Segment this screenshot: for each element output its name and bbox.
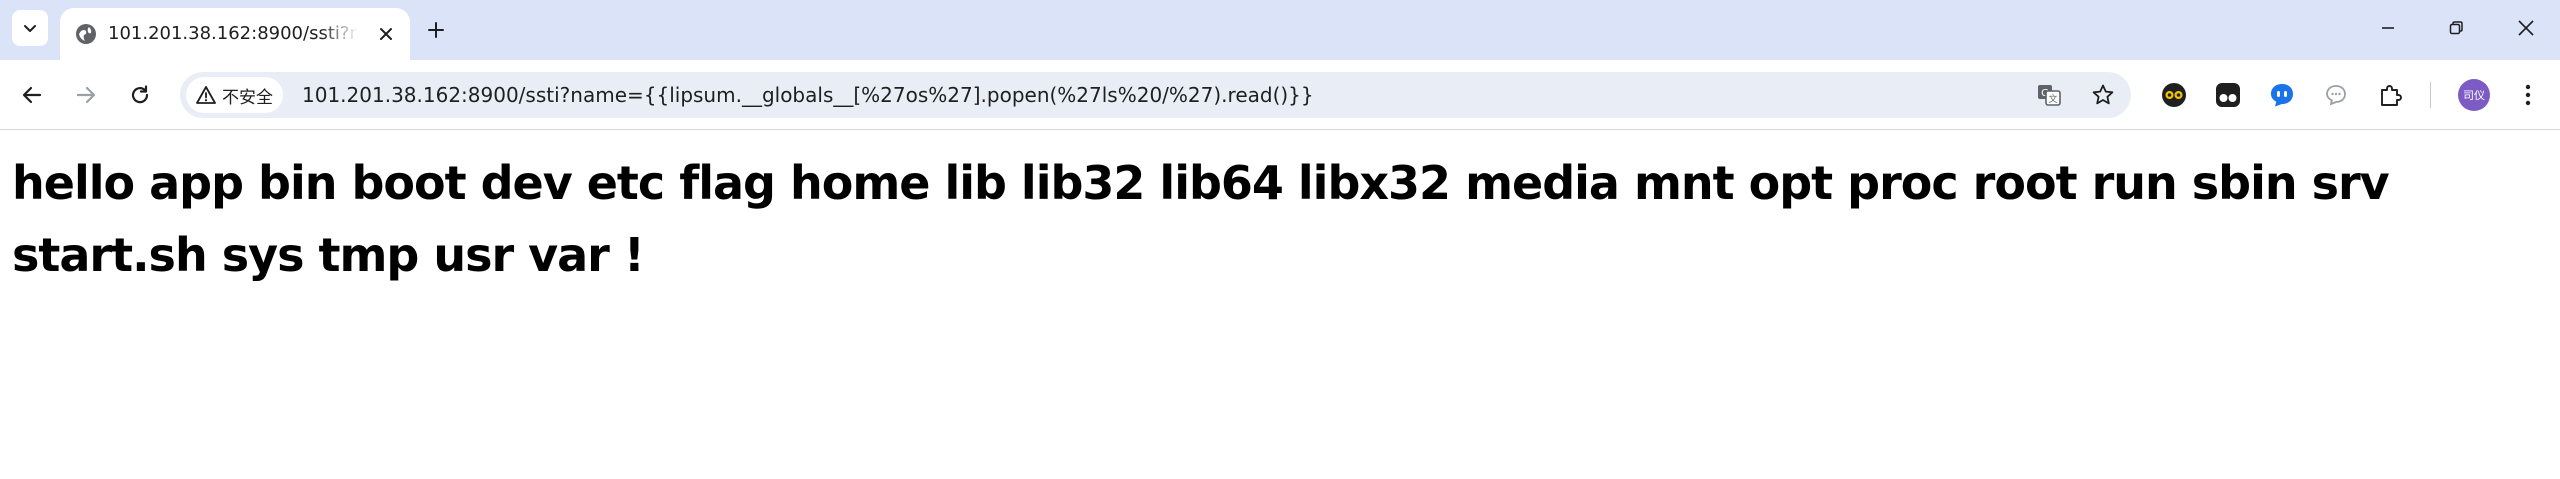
profile-avatar[interactable]: 司仪 xyxy=(2458,79,2490,111)
extension-3[interactable] xyxy=(2264,77,2300,113)
globe-icon xyxy=(76,24,96,44)
comment-extension-icon xyxy=(2326,85,2346,106)
forward-button[interactable] xyxy=(66,75,106,115)
restore-button[interactable] xyxy=(2432,6,2480,50)
url-text[interactable]: 101.201.38.162:8900/ssti?name={{lipsum._… xyxy=(302,83,1314,107)
url-host: 101.201.38.162 xyxy=(302,83,462,107)
browser-menu-button[interactable] xyxy=(2510,77,2546,113)
tab-search-button[interactable] xyxy=(12,10,48,46)
chat-bubble-extension-icon xyxy=(2271,84,2293,107)
new-tab-button[interactable] xyxy=(420,14,452,46)
close-window-icon xyxy=(2518,20,2534,36)
star-icon xyxy=(2092,84,2114,105)
address-bar[interactable]: 不安全 101.201.38.162:8900/ssti?name={{lips… xyxy=(180,72,2131,118)
tampermonkey-extension-icon xyxy=(2216,83,2240,107)
close-icon xyxy=(380,28,392,40)
translate-button[interactable]: G 文 xyxy=(2033,79,2065,111)
reload-button[interactable] xyxy=(120,75,160,115)
puzzle-piece-icon xyxy=(2381,85,2402,106)
page-heading: hello app bin boot dev etc flag home lib… xyxy=(12,156,2390,282)
chevron-down-icon xyxy=(24,25,36,32)
extension-1[interactable] xyxy=(2156,77,2192,113)
kebab-menu-icon xyxy=(2525,84,2531,106)
extension-4[interactable] xyxy=(2318,77,2354,113)
translate-icon: G 文 xyxy=(2038,85,2061,106)
tab-title: 101.201.38.162:8900/ssti?name={{lipsum._… xyxy=(108,23,358,44)
arrow-left-icon xyxy=(22,86,42,104)
extensions-menu-button[interactable] xyxy=(2372,77,2408,113)
arrow-right-icon xyxy=(76,86,96,104)
restore-icon xyxy=(2449,21,2463,35)
plus-icon xyxy=(428,22,444,38)
bookmark-button[interactable] xyxy=(2087,79,2119,111)
extension-2[interactable] xyxy=(2210,77,2246,113)
owl-extension-icon xyxy=(2162,83,2186,107)
security-indicator[interactable]: 不安全 xyxy=(186,77,283,113)
security-label: 不安全 xyxy=(222,87,273,108)
toolbar-divider xyxy=(2430,82,2431,108)
page-viewport: hello app bin boot dev etc flag home lib… xyxy=(0,131,2560,479)
url-path: :8900/ssti?name={{lipsum.__globals__[%27… xyxy=(461,83,1314,107)
browser-toolbar: 不安全 101.201.38.162:8900/ssti?name={{lips… xyxy=(0,60,2560,130)
tab-close-button[interactable] xyxy=(374,22,398,46)
active-tab[interactable]: 101.201.38.162:8900/ssti?name={{lipsum._… xyxy=(60,8,410,60)
back-button[interactable] xyxy=(12,75,52,115)
tab-strip: 101.201.38.162:8900/ssti?name={{lipsum._… xyxy=(0,0,2560,60)
minimize-icon xyxy=(2382,27,2394,29)
minimize-button[interactable] xyxy=(2364,6,2412,50)
close-window-button[interactable] xyxy=(2502,6,2550,50)
svg-text:文: 文 xyxy=(2048,93,2057,105)
warning-triangle-icon xyxy=(196,86,216,104)
reload-icon xyxy=(131,85,149,104)
